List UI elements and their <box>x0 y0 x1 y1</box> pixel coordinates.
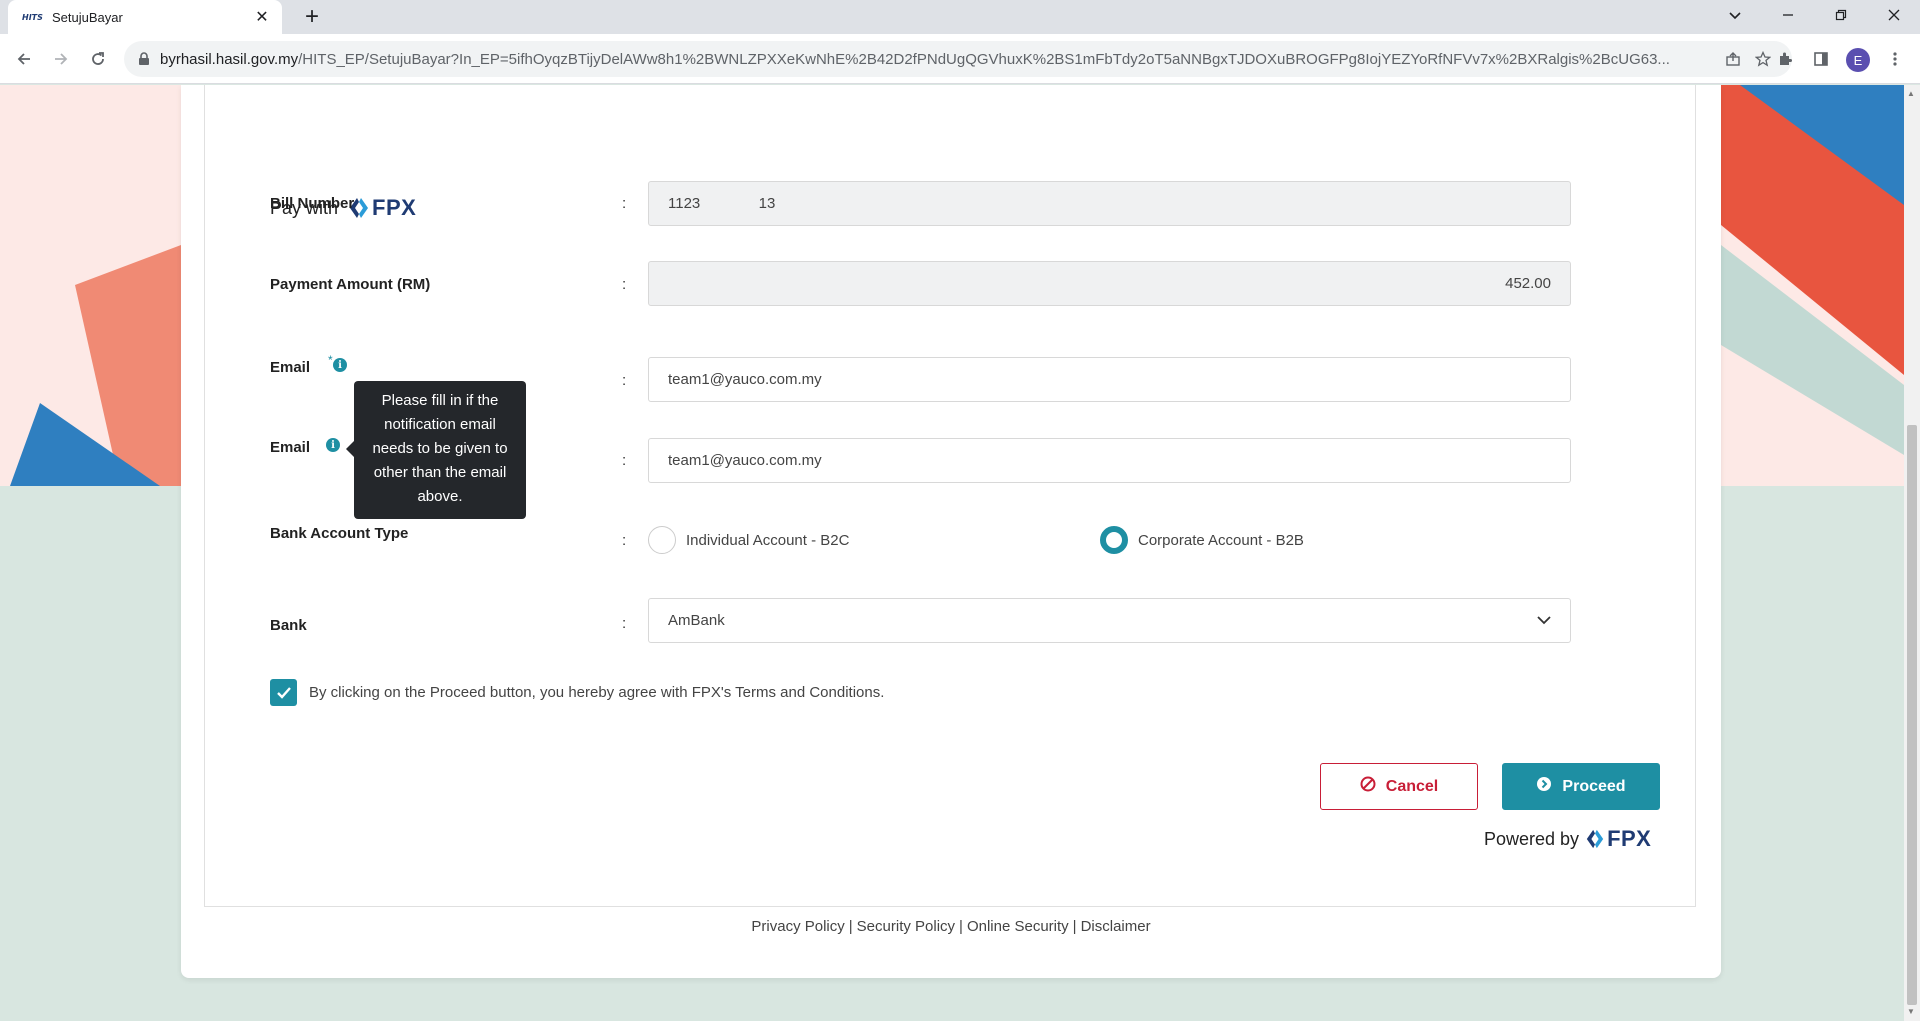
restore-icon[interactable] <box>1818 0 1864 30</box>
share-icon[interactable] <box>1718 44 1748 74</box>
scroll-down-icon[interactable]: ▼ <box>1907 1007 1915 1016</box>
scroll-up-icon[interactable]: ▲ <box>1907 89 1915 98</box>
payment-amount-label: Payment Amount (RM) <box>270 276 431 293</box>
minimize-icon[interactable] <box>1765 0 1811 30</box>
sidepanel-icon[interactable] <box>1806 44 1836 74</box>
terms-agreement: By clicking on the Proceed button, you h… <box>270 679 884 706</box>
notification-email-input[interactable] <box>648 438 1571 483</box>
page-viewport: Pay with FPX Bill Number : 1123 13 Payme… <box>0 85 1904 1021</box>
agree-text: By clicking on the Proceed button, you h… <box>309 684 885 701</box>
agree-checkbox[interactable] <box>270 679 297 706</box>
url-path: /HITS_EP/SetujuBayar?In_EP=5ifhOyqzBTijy… <box>298 50 1670 68</box>
cancel-label: Cancel <box>1385 777 1439 795</box>
browser-toolbar: byrhasil.hasil.gov.my /HITS_EP/SetujuBay… <box>0 34 1920 84</box>
page-scrollbar[interactable]: ▲ ▼ <box>1904 85 1920 1021</box>
reload-icon[interactable] <box>83 44 113 74</box>
proceed-label: Proceed <box>1562 777 1626 795</box>
fpx-logo-text: FPX <box>1607 826 1652 851</box>
chevron-down-icon <box>1537 612 1551 629</box>
colon: : <box>622 532 627 549</box>
fpx-logo: FPX <box>348 195 416 221</box>
browser-tab[interactable]: HITS SetujuBayar ✕ <box>8 0 282 34</box>
profile-avatar[interactable]: E <box>1846 48 1870 72</box>
cancel-button[interactable]: Cancel <box>1320 763 1478 810</box>
arrow-circle-icon <box>1536 776 1552 797</box>
new-tab-icon[interactable]: + <box>298 3 326 31</box>
tab-search-icon[interactable] <box>1712 0 1758 30</box>
radio-label: Individual Account - B2C <box>686 531 850 549</box>
disclaimer-link[interactable]: Disclaimer <box>1081 918 1151 935</box>
radio-button-selected[interactable] <box>1100 526 1128 554</box>
notification-email-label: Email <box>270 439 311 456</box>
address-bar[interactable]: byrhasil.hasil.gov.my /HITS_EP/SetujuBay… <box>124 41 1792 77</box>
scroll-thumb[interactable] <box>1907 425 1917 1005</box>
back-icon[interactable] <box>9 44 39 74</box>
colon: : <box>622 372 627 389</box>
colon: : <box>622 452 627 469</box>
radio-individual-account[interactable]: Individual Account - B2C <box>648 526 849 554</box>
info-icon[interactable]: i <box>326 438 340 452</box>
close-tab-icon[interactable]: ✕ <box>252 7 272 27</box>
bank-account-type-label: Bank Account Type <box>270 525 409 542</box>
info-icon[interactable]: i <box>333 358 347 372</box>
close-window-icon[interactable] <box>1871 0 1917 30</box>
powered-by-label: Powered by <box>1484 828 1580 849</box>
bill-number-label: Bill Number <box>270 195 355 212</box>
radio-label: Corporate Account - B2B <box>1138 531 1304 549</box>
security-policy-link[interactable]: Security Policy <box>857 918 955 935</box>
bill-number-field: 1123 13 <box>648 181 1571 226</box>
lock-icon[interactable] <box>138 52 160 66</box>
favicon-icon: HITS <box>22 12 43 22</box>
payment-amount-value: 452.00 <box>1505 275 1551 292</box>
colon: : <box>622 276 627 293</box>
colon: : <box>622 195 627 212</box>
bank-label: Bank <box>270 617 307 634</box>
privacy-policy-link[interactable]: Privacy Policy <box>751 918 844 935</box>
extensions-icon[interactable] <box>1770 44 1800 74</box>
radio-corporate-account[interactable]: Corporate Account - B2B <box>1100 526 1304 554</box>
bank-select[interactable]: AmBank <box>648 598 1571 643</box>
menu-icon[interactable] <box>1880 44 1910 74</box>
proceed-button[interactable]: Proceed <box>1502 763 1660 810</box>
colon: : <box>622 615 627 632</box>
email-tooltip: Please fill in if the notification email… <box>346 381 526 519</box>
cancel-icon <box>1360 776 1376 797</box>
url-host: byrhasil.hasil.gov.my <box>160 50 299 68</box>
browser-tab-bar: HITS SetujuBayar ✕ + <box>0 0 1920 34</box>
footer-links: Privacy Policy | Security Policy | Online Se… <box>751 918 1151 935</box>
online-security-link[interactable]: Online Security <box>967 918 1069 935</box>
radio-button[interactable] <box>648 526 676 554</box>
powered-by: Powered by FPX <box>1484 826 1651 852</box>
fpx-logo: FPX <box>1585 826 1651 852</box>
forward-icon[interactable] <box>46 44 76 74</box>
tab-title: SetujuBayar <box>52 9 123 25</box>
bill-number-value: 1123 13 <box>668 195 776 212</box>
bank-selected-value: AmBank <box>668 612 725 629</box>
payment-amount-field: 452.00 <box>648 261 1571 306</box>
email-label: Email <box>270 359 311 376</box>
required-mark: * <box>328 353 333 367</box>
email-input[interactable] <box>648 357 1571 402</box>
fpx-logo-text: FPX <box>372 195 417 220</box>
